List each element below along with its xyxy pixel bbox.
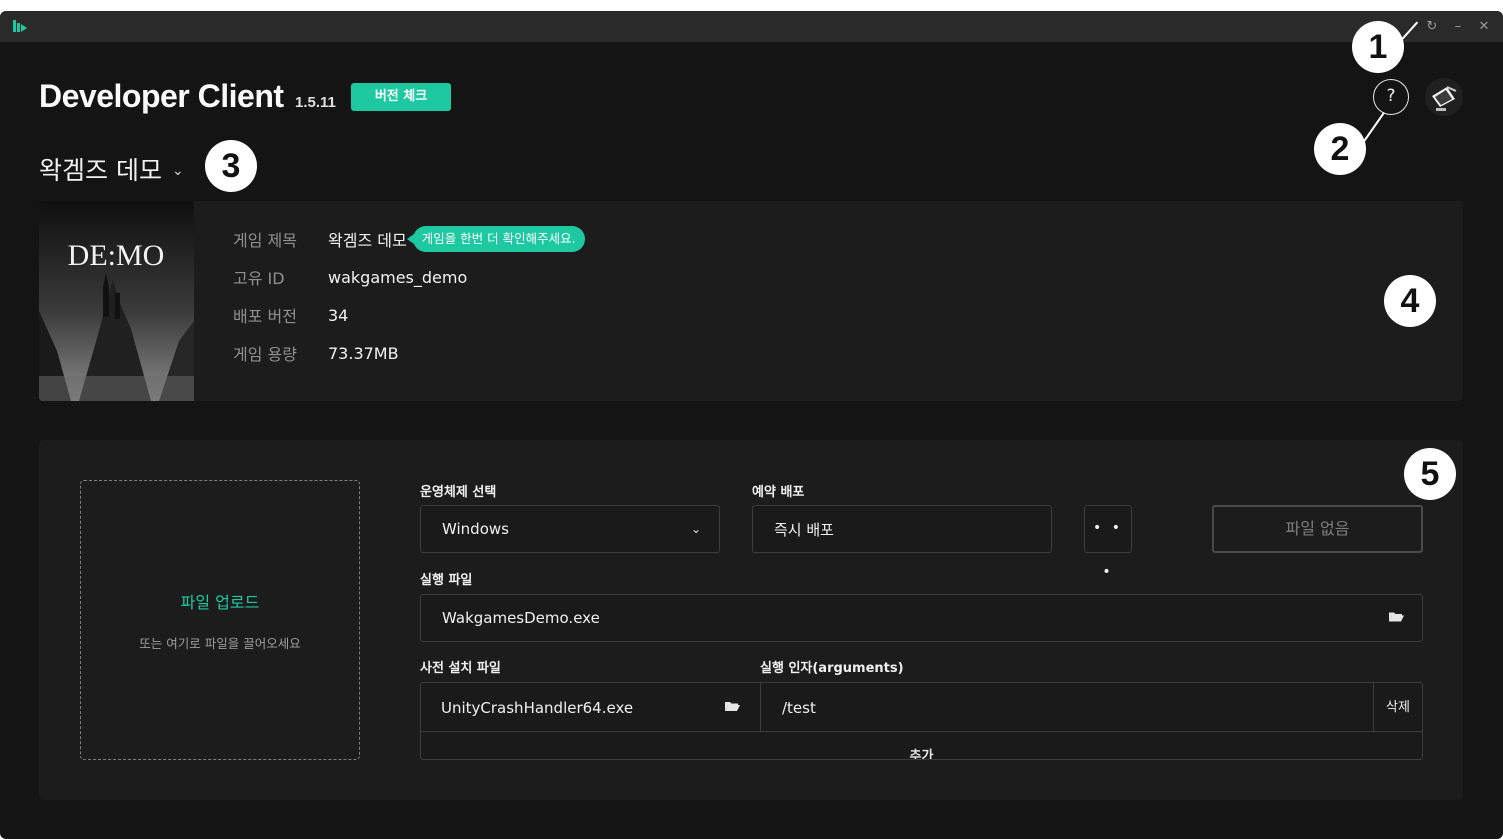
folder-open-icon[interactable]: [724, 700, 740, 715]
page-title: Developer Client: [39, 78, 284, 114]
exe-field[interactable]: WakgamesDemo.exe: [420, 594, 1423, 642]
callout-2: 2: [1314, 123, 1366, 175]
avatar[interactable]: [1425, 78, 1463, 116]
info-value: 왁겜즈 데모: [328, 231, 407, 250]
minimize-icon[interactable]: –: [1448, 17, 1468, 37]
help-icon[interactable]: ?: [1373, 79, 1409, 115]
info-row-version: 배포 버전 34: [233, 303, 348, 327]
os-select-value: Windows: [442, 520, 509, 538]
info-row-id: 고유 ID wakgames_demo: [233, 265, 467, 289]
info-label: 게임 제목: [233, 231, 297, 250]
schedule-label: 예약 배포: [752, 485, 805, 500]
game-cover-image: DE:MO: [39, 201, 194, 401]
info-label: 배포 버전: [233, 307, 297, 326]
os-select[interactable]: Windows ⌄: [420, 505, 720, 553]
dropzone-title: 파일 업로드: [180, 593, 260, 612]
info-row-size: 게임 용량 73.37MB: [233, 341, 399, 365]
app-logo-icon: [13, 20, 27, 32]
exe-value: WakgamesDemo.exe: [442, 609, 600, 627]
args-value: /test: [782, 698, 816, 717]
os-select-label: 운영체제 선택: [420, 485, 497, 500]
no-file-button[interactable]: 파일 없음: [1212, 505, 1423, 553]
callout-3: 3: [205, 140, 257, 192]
info-value: 73.37MB: [328, 343, 399, 363]
args-label: 실행 인자(arguments): [760, 661, 904, 676]
chevron-down-icon: ⌄: [690, 522, 701, 536]
version-label: 1.5.11: [295, 94, 336, 111]
callout-1: 1: [1352, 21, 1404, 73]
schedule-field[interactable]: 즉시 배포: [752, 505, 1052, 553]
preinstall-table: UnityCrashHandler64.exe /test 삭제 추가: [420, 682, 1423, 760]
chevron-down-icon: ⌄: [171, 162, 184, 179]
info-label: 게임 용량: [233, 345, 297, 364]
preinstall-file-value: UnityCrashHandler64.exe: [441, 698, 634, 717]
avatar-image: [1425, 78, 1463, 116]
titlebar: ↻ – ✕: [0, 11, 1503, 42]
cover-title-text: DE:MO: [68, 239, 165, 272]
info-value: 34: [328, 305, 349, 325]
game-info-card: DE:MO 게임 제목 왁겜즈 데모 게임을 한번 더 확인해주세요. 고유 I…: [39, 201, 1463, 401]
info-row-title: 게임 제목 왁겜즈 데모 게임을 한번 더 확인해주세요.: [233, 226, 585, 252]
folder-open-icon[interactable]: [1388, 611, 1404, 626]
info-label: 고유 ID: [233, 269, 285, 288]
callout-4: 4: [1384, 275, 1436, 327]
exe-label: 실행 파일: [420, 573, 473, 588]
game-selector[interactable]: 왁겜즈 데모 ⌄: [39, 151, 184, 187]
table-row: UnityCrashHandler64.exe /test 삭제: [421, 683, 1422, 732]
file-dropzone[interactable]: 파일 업로드 또는 여기로 파일을 끌어오세요: [80, 480, 360, 760]
warning-badge: 게임을 한번 더 확인해주세요.: [406, 226, 585, 252]
upload-card: 파일 업로드 또는 여기로 파일을 끌어오세요 운영체제 선택 Windows …: [39, 440, 1463, 800]
version-check-button[interactable]: 버전 체크: [351, 83, 451, 111]
info-value: wakgames_demo: [328, 267, 468, 287]
app-window: ↻ – ✕ Developer Client 1.5.11 버전 체크 ? 왁겜…: [0, 11, 1503, 839]
close-icon[interactable]: ✕: [1474, 17, 1494, 37]
preinstall-label: 사전 설치 파일: [420, 661, 501, 676]
refresh-icon[interactable]: ↻: [1422, 17, 1442, 37]
delete-button[interactable]: 삭제: [1374, 683, 1422, 732]
preinstall-file-field[interactable]: UnityCrashHandler64.exe: [421, 683, 761, 732]
schedule-value: 즉시 배포: [774, 520, 834, 539]
more-options-button[interactable]: • • •: [1084, 505, 1132, 580]
add-button[interactable]: 추가: [421, 745, 1422, 759]
dropzone-subtitle: 또는 여기로 파일을 끌어오세요: [139, 636, 301, 651]
callout-5: 5: [1404, 448, 1456, 500]
args-field[interactable]: /test: [762, 683, 1374, 732]
game-selector-label: 왁겜즈 데모: [39, 156, 162, 185]
